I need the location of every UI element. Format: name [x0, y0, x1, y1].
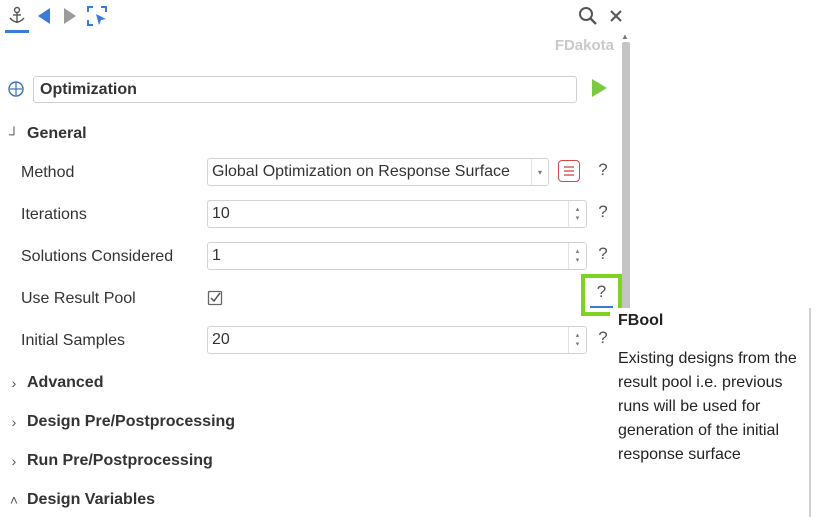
scroll-up-icon[interactable]: ▲ [621, 32, 629, 41]
section-advanced[interactable]: › Advanced [6, 372, 104, 394]
section-design-variables[interactable]: ˄ Design Variables [6, 489, 155, 511]
section-design-pre-post-label: Design Pre/Postprocessing [27, 413, 236, 430]
initial-samples-input[interactable]: 20 ▴ ▾ [207, 326, 587, 354]
section-general-label: General [27, 125, 87, 142]
iterations-label: Iterations [21, 206, 87, 223]
section-run-pre-post-label: Run Pre/Postprocessing [27, 452, 213, 469]
initial-samples-help-button[interactable]: ? [596, 328, 610, 348]
initial-samples-stepper[interactable]: ▴ ▾ [568, 327, 586, 353]
search-icon[interactable] [577, 5, 599, 27]
crosshair-icon[interactable] [7, 80, 25, 98]
method-value: Global Optimization on Response Surface [212, 163, 510, 180]
active-tab-indicator [5, 30, 29, 33]
solutions-value: 1 [212, 247, 221, 264]
chevron-down-icon[interactable]: ▾ [531, 159, 548, 185]
solutions-label: Solutions Considered [21, 248, 174, 265]
tooltip: FBool Existing designs from the result p… [610, 308, 811, 517]
iterations-stepper[interactable]: ▴ ▾ [568, 201, 586, 227]
chevron-right-icon: › [11, 414, 17, 430]
chevron-right-icon: › [11, 375, 17, 391]
select-cursor-icon[interactable] [86, 5, 108, 27]
tooltip-body: Existing designs from the result pool i.… [618, 350, 797, 463]
section-general[interactable]: ┘ General [6, 123, 87, 145]
anchor-icon[interactable] [6, 5, 28, 27]
solutions-stepper[interactable]: ▴ ▾ [568, 243, 586, 269]
method-label: Method [21, 164, 75, 181]
back-arrow-icon[interactable] [33, 5, 55, 27]
initial-samples-label: Initial Samples [21, 332, 126, 349]
use-result-pool-label: Use Result Pool [21, 290, 136, 307]
iterations-help-button[interactable]: ? [596, 202, 610, 222]
section-design-variables-label: Design Variables [27, 491, 156, 508]
use-result-pool-checkbox[interactable] [207, 289, 225, 307]
name-field[interactable]: Optimization [33, 76, 577, 103]
method-help-button[interactable]: ? [596, 160, 610, 180]
solutions-help-button[interactable]: ? [596, 244, 610, 264]
section-design-pre-post[interactable]: › Design Pre/Postprocessing [6, 411, 235, 433]
iterations-input[interactable]: 10 ▴ ▾ [207, 200, 587, 228]
run-icon[interactable] [590, 78, 608, 98]
properties-panel: FDakota ▲ Optimization ┘ General Method … [0, 0, 632, 517]
section-advanced-label: Advanced [27, 374, 104, 391]
chevron-up-icon: ˄ [9, 492, 19, 508]
initial-samples-value: 20 [212, 331, 230, 348]
panel-title: FDakota [554, 37, 614, 54]
chevron-right-icon: › [11, 453, 17, 469]
collapse-icon: ┘ [9, 126, 19, 142]
toolbar [0, 0, 632, 36]
iterations-value: 10 [212, 205, 230, 222]
scrollbar-thumb[interactable] [622, 42, 630, 312]
forward-arrow-icon[interactable] [59, 5, 81, 27]
help-label: ? [596, 282, 607, 301]
section-run-pre-post[interactable]: › Run Pre/Postprocessing [6, 450, 213, 472]
close-icon[interactable] [605, 5, 627, 27]
method-select[interactable]: Global Optimization on Response Surface … [207, 158, 549, 186]
list-icon[interactable] [558, 160, 580, 182]
tooltip-title: FBool [618, 312, 664, 329]
solutions-input[interactable]: 1 ▴ ▾ [207, 242, 587, 270]
